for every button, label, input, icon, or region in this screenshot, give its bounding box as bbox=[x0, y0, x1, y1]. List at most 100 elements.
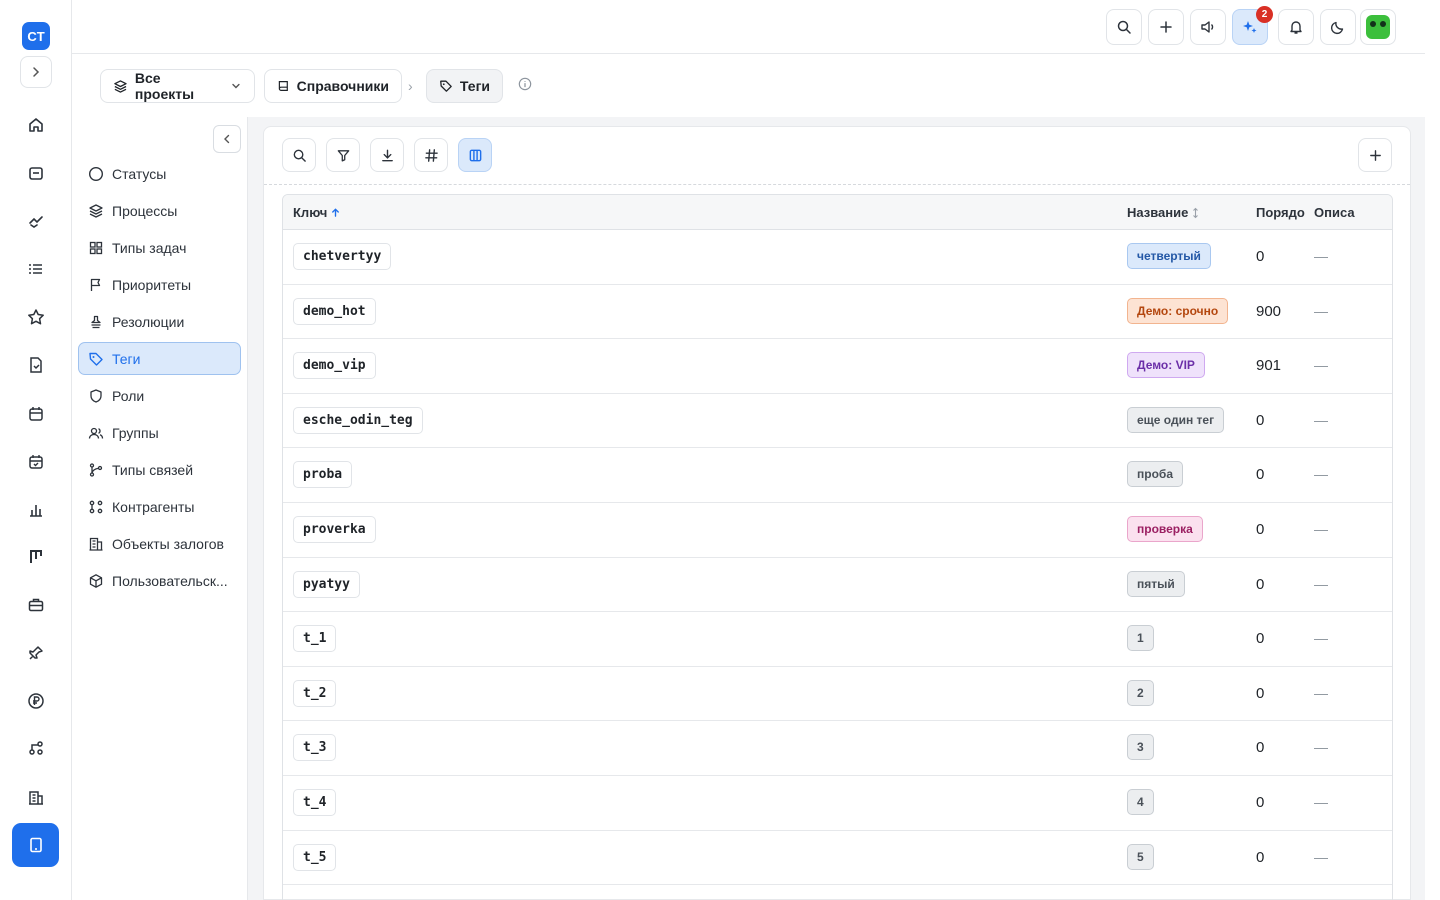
column-description-label: Описа bbox=[1314, 205, 1355, 220]
sidebar-item-11[interactable]: Пользовательск... bbox=[78, 564, 241, 597]
sidebar-item-10[interactable]: Объекты залогов bbox=[78, 527, 241, 560]
bar-chart-icon[interactable] bbox=[24, 498, 48, 522]
sidebar-item-label: Типы связей bbox=[112, 461, 194, 478]
chevron-right-icon bbox=[33, 67, 40, 77]
table-row[interactable]: t_2 2 0 — bbox=[283, 667, 1392, 722]
tag-name-badge: Демо: VIP bbox=[1127, 352, 1205, 379]
sidebar-item-label: Пользовательск... bbox=[112, 572, 228, 589]
tag-order: 0 bbox=[1256, 848, 1265, 866]
table-row[interactable]: t_5 5 0 — bbox=[283, 831, 1392, 886]
building-icon[interactable] bbox=[24, 786, 48, 810]
tag-description: — bbox=[1314, 411, 1328, 428]
numbering-button[interactable] bbox=[414, 138, 448, 172]
columns-button[interactable] bbox=[458, 138, 492, 172]
announcements-button[interactable] bbox=[1190, 9, 1226, 45]
sidebar-item-1[interactable]: Процессы bbox=[78, 194, 241, 227]
column-header-description[interactable]: Описа bbox=[1314, 205, 1355, 220]
column-header-order[interactable]: Порядо bbox=[1256, 205, 1305, 220]
export-button[interactable] bbox=[370, 138, 404, 172]
home-icon[interactable] bbox=[24, 113, 48, 137]
tag-order: 0 bbox=[1256, 411, 1265, 429]
hash-icon bbox=[424, 148, 438, 162]
sidebar-item-label: Контрагенты bbox=[112, 498, 195, 515]
column-header-key[interactable]: Ключ bbox=[293, 205, 341, 220]
expand-rail-button[interactable] bbox=[20, 56, 52, 88]
tag-description: — bbox=[1314, 520, 1328, 537]
search-button[interactable] bbox=[1106, 9, 1142, 45]
table-row[interactable]: t_3 3 0 — bbox=[283, 721, 1392, 776]
tag-key: proverka bbox=[293, 515, 376, 543]
table-row[interactable]: esche_odin_teg еще один тег 0 — bbox=[283, 394, 1392, 449]
tag-key: t_3 bbox=[293, 734, 337, 762]
ai-assistant-button[interactable]: 2 bbox=[1232, 6, 1273, 45]
tag-description: — bbox=[1314, 793, 1328, 810]
table-row[interactable]: chetvertyy четвертый 0 — bbox=[283, 230, 1392, 285]
search-icon bbox=[1117, 20, 1131, 34]
tablet-icon bbox=[29, 837, 42, 853]
cube-icon bbox=[88, 573, 104, 589]
sidebar-item-0[interactable]: Статусы bbox=[78, 157, 241, 190]
tag-name-badge: 1 bbox=[1127, 625, 1154, 652]
calendar-check-icon[interactable] bbox=[24, 450, 48, 474]
table-row[interactable]: demo_hot Демо: срочно 900 — bbox=[283, 285, 1392, 340]
inbox-icon[interactable] bbox=[24, 161, 48, 185]
download-icon bbox=[381, 149, 393, 161]
tag-description: — bbox=[1314, 575, 1328, 592]
theme-toggle-button[interactable] bbox=[1320, 9, 1356, 45]
table-row[interactable]: t_1 1 0 — bbox=[283, 612, 1392, 667]
chevron-left-icon bbox=[224, 134, 230, 144]
sidebar-item-label: Статусы bbox=[112, 165, 167, 182]
tag-key: esche_odin_teg bbox=[293, 406, 423, 434]
tag-order: 900 bbox=[1256, 302, 1282, 320]
table-toolbar bbox=[264, 127, 1410, 185]
table-row[interactable]: demo_vip Демо: VIP 901 — bbox=[283, 339, 1392, 394]
sidebar-item-2[interactable]: Типы задач bbox=[78, 231, 241, 264]
sidebar-item-6[interactable]: Роли bbox=[78, 379, 241, 412]
sidebar-item-5[interactable]: Теги bbox=[78, 342, 241, 375]
handshake-icon[interactable] bbox=[24, 209, 48, 233]
table-row[interactable]: t_4 4 0 — bbox=[283, 776, 1392, 831]
info-icon[interactable] bbox=[518, 77, 532, 91]
tag-name-badge: 2 bbox=[1127, 679, 1154, 706]
kanban-icon[interactable] bbox=[24, 545, 48, 569]
app-logo[interactable]: CT bbox=[22, 22, 50, 50]
tag-order: 0 bbox=[1256, 684, 1265, 702]
network-icon[interactable] bbox=[24, 736, 48, 760]
current-crumb[interactable]: Теги bbox=[426, 69, 503, 103]
sidebar-item-label: Объекты залогов bbox=[112, 535, 224, 552]
sidebar-item-label: Процессы bbox=[112, 202, 178, 219]
briefcase-icon[interactable] bbox=[24, 593, 48, 617]
reference-crumb[interactable]: Справочники bbox=[264, 69, 402, 103]
sidebar-item-4[interactable]: Резолюции bbox=[78, 305, 241, 338]
create-button[interactable] bbox=[1148, 9, 1184, 45]
tag-order: 0 bbox=[1256, 793, 1265, 811]
column-header-name[interactable]: Название bbox=[1127, 205, 1200, 220]
sidebar-item-8[interactable]: Типы связей bbox=[78, 453, 241, 486]
pin-icon[interactable] bbox=[24, 641, 48, 665]
ruble-icon[interactable] bbox=[24, 689, 48, 713]
star-icon[interactable] bbox=[24, 305, 48, 329]
sidebar-item-7[interactable]: Группы bbox=[78, 416, 241, 449]
filter-button[interactable] bbox=[326, 138, 360, 172]
search-button[interactable] bbox=[282, 138, 316, 172]
list-icon[interactable] bbox=[24, 257, 48, 281]
tag-description: — bbox=[1314, 848, 1328, 865]
column-key-label: Ключ bbox=[293, 205, 328, 220]
table-row[interactable]: pyatyy пятый 0 — bbox=[283, 558, 1392, 613]
tag-name-badge: 3 bbox=[1127, 734, 1154, 761]
tag-name-badge: четвертый bbox=[1127, 243, 1211, 269]
document-check-icon[interactable] bbox=[24, 353, 48, 377]
collapse-sidebar-button[interactable] bbox=[213, 125, 241, 153]
user-avatar[interactable] bbox=[1360, 9, 1396, 45]
notifications-button[interactable] bbox=[1278, 9, 1314, 45]
tablet-button[interactable] bbox=[12, 823, 59, 867]
sidebar-item-9[interactable]: Контрагенты bbox=[78, 490, 241, 523]
table-row[interactable]: proba проба 0 — bbox=[283, 448, 1392, 503]
sidebar-item-3[interactable]: Приоритеты bbox=[78, 268, 241, 301]
calendar-icon[interactable] bbox=[24, 402, 48, 426]
avatar-image bbox=[1366, 15, 1390, 39]
projects-dropdown[interactable]: Все проекты bbox=[100, 69, 255, 103]
table-row[interactable]: proverka проверка 0 — bbox=[283, 503, 1392, 558]
add-tag-button[interactable] bbox=[1358, 138, 1392, 172]
top-bar: 2 bbox=[72, 0, 1425, 54]
